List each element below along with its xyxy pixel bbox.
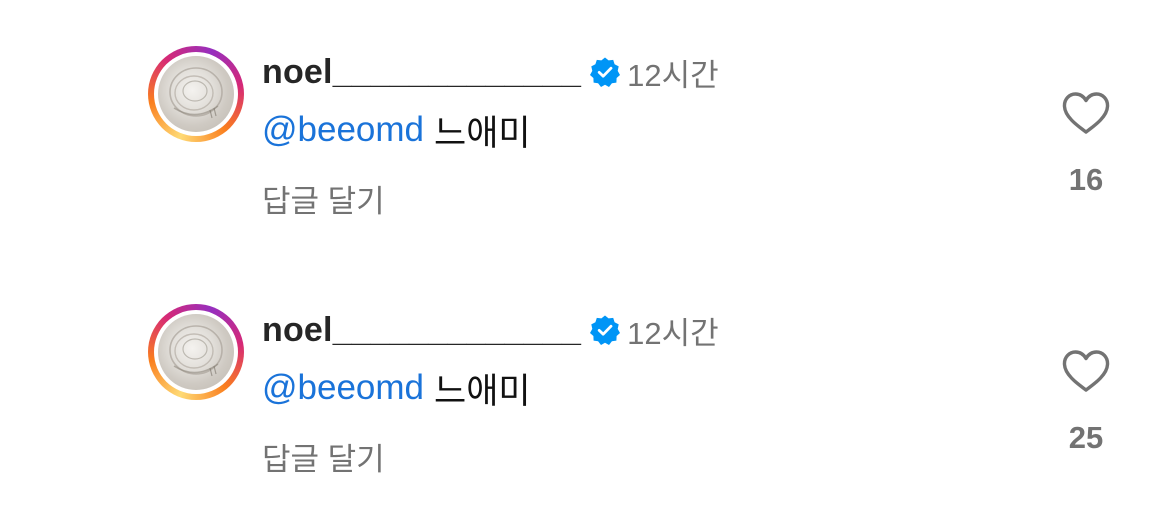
avatar-image: [169, 67, 223, 119]
avatar: [158, 56, 234, 132]
comment-text: 느애미: [434, 371, 531, 411]
avatar-story-ring[interactable]: [148, 304, 244, 400]
mention-link[interactable]: @beeomd: [262, 110, 424, 150]
heart-outline-icon: [1062, 92, 1110, 134]
comment-item: noel_____________ 12시간 @beeomd 느애미 답글 달기…: [0, 258, 1170, 478]
avatar-story-ring[interactable]: [148, 46, 244, 142]
reply-button[interactable]: 답글 달기: [262, 176, 385, 221]
avatar-image: [169, 325, 223, 377]
like-count: 25: [1068, 420, 1104, 455]
comment-timestamp: 12시간: [627, 315, 719, 351]
comment-body: @beeomd 느애미: [262, 362, 531, 414]
comment-header: noel_____________ 12시간: [262, 48, 719, 96]
username-link[interactable]: noel_____________: [262, 311, 581, 350]
like-button[interactable]: [1058, 346, 1114, 396]
mention-link[interactable]: @beeomd: [262, 368, 424, 408]
verified-badge-icon: [589, 314, 621, 346]
comment-header: noel_____________ 12시간: [262, 306, 719, 354]
avatar-ring-gap: [154, 310, 238, 394]
like-count: 16: [1068, 162, 1104, 197]
comment-item: noel_____________ 12시간 @beeomd 느애미 답글 달기…: [0, 0, 1170, 220]
username-link[interactable]: noel_____________: [262, 53, 581, 92]
like-button[interactable]: [1058, 88, 1114, 138]
avatar-ring-gap: [154, 52, 238, 136]
avatar: [158, 314, 234, 390]
verified-badge-icon: [589, 56, 621, 88]
comment-body: @beeomd 느애미: [262, 104, 531, 156]
comment-text: 느애미: [434, 113, 531, 153]
heart-outline-icon: [1062, 350, 1110, 392]
comment-timestamp: 12시간: [627, 57, 719, 93]
reply-button[interactable]: 답글 달기: [262, 434, 385, 479]
